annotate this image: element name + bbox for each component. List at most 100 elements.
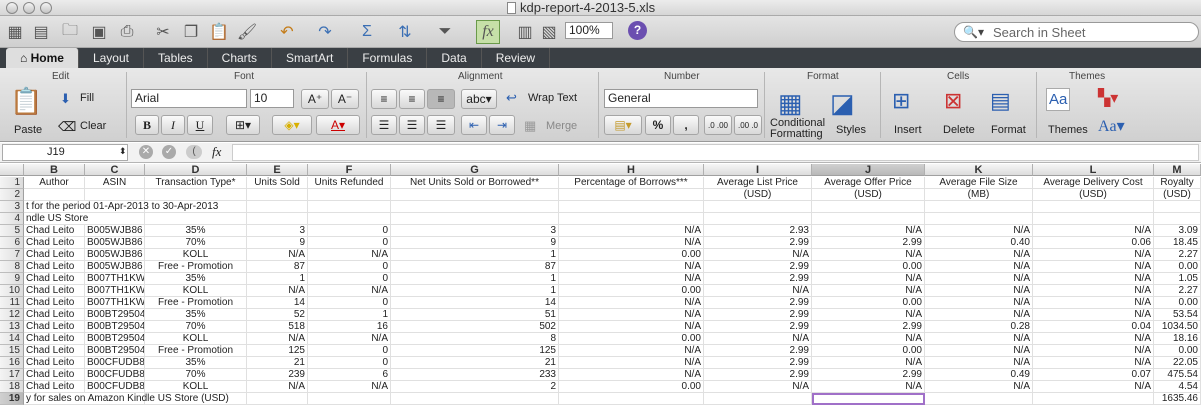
sheet-cell[interactable]: Free - Promotion (145, 345, 247, 357)
sheet-cell[interactable]: 2.99 (704, 357, 812, 369)
sheet-cell[interactable]: 0.00 (559, 249, 704, 261)
copy-icon[interactable]: ❐ (180, 20, 202, 44)
percent-button[interactable]: % (645, 115, 671, 135)
sheet-cell[interactable]: N/A (247, 249, 308, 261)
gallery-icon[interactable]: ▥ (514, 20, 536, 44)
sheet-cell[interactable]: 1 (391, 249, 559, 261)
sheet-cell[interactable]: 1 (308, 309, 391, 321)
sheet-cell[interactable]: 35% (145, 273, 247, 285)
author-cell[interactable]: Chad Leito (24, 273, 85, 285)
author-cell[interactable]: Chad Leito (24, 237, 85, 249)
sheet-cell[interactable]: N/A (559, 357, 704, 369)
orientation-button[interactable]: abc ▾ (461, 89, 497, 109)
sheet-cell[interactable]: Free - Promotion (145, 297, 247, 309)
sheet-cell[interactable]: 0.00 (1154, 345, 1201, 357)
sheet-cell[interactable]: 21 (247, 357, 308, 369)
sheet-cell[interactable]: N/A (559, 309, 704, 321)
sheet-cell[interactable]: N/A (559, 273, 704, 285)
sheet-cell[interactable]: ndle US Store (24, 213, 88, 225)
sheet-cell[interactable]: B005WJB86 (85, 237, 145, 249)
sheet-cell[interactable]: N/A (812, 381, 925, 393)
sheet-cell[interactable]: 22.05 (1154, 357, 1201, 369)
sheet-cell[interactable] (391, 201, 559, 213)
sheet-cell[interactable]: N/A (1033, 345, 1154, 357)
sheet-cell[interactable]: Percentage of Borrows*** (559, 177, 704, 189)
sheet-cell[interactable]: y for sales on Amazon Kindle US Store (U… (24, 393, 229, 405)
font-size-select[interactable]: 10 (250, 89, 294, 108)
column-header-h[interactable]: H (559, 164, 704, 176)
sheet-cell[interactable]: N/A (559, 369, 704, 381)
sheet-cell[interactable]: N/A (704, 381, 812, 393)
sheet-cell[interactable]: 2.99 (704, 261, 812, 273)
sheet-cell[interactable]: (USD) (1154, 189, 1201, 201)
sheet-cell[interactable] (391, 393, 559, 405)
sheet-cell[interactable]: B00CFUDB8 (85, 357, 145, 369)
insert-button[interactable]: Insert (894, 124, 922, 136)
column-header-k[interactable]: K (925, 164, 1033, 176)
sheet-cell[interactable]: B007TH1KW (85, 273, 145, 285)
sheet-cell[interactable]: 502 (391, 321, 559, 333)
sheet-cell[interactable]: B00BT29504 (85, 321, 145, 333)
formula-input[interactable] (232, 144, 1199, 161)
open-folder-icon[interactable]: 🗀 (58, 20, 82, 44)
decrease-font-button[interactable]: A⁻ (331, 89, 359, 109)
name-box-stepper-icon[interactable]: ⬍ (119, 146, 127, 157)
sheet-cell[interactable]: 9 (247, 237, 308, 249)
sheet-cell[interactable]: N/A (925, 285, 1033, 297)
sheet-cell[interactable]: 239 (247, 369, 308, 381)
sheet-cell[interactable] (247, 393, 308, 405)
row-header-7[interactable]: 7 (0, 249, 24, 261)
row-header-16[interactable]: 16 (0, 357, 24, 369)
sheet-cell[interactable] (145, 189, 247, 201)
sheet-cell[interactable]: 4.54 (1154, 381, 1201, 393)
save-icon[interactable]: ▣ (88, 20, 110, 44)
sheet-cell[interactable]: Transaction Type* (145, 177, 247, 189)
sheet-cell[interactable]: (USD) (1033, 189, 1154, 201)
sort-icon[interactable]: ⇅ (392, 20, 418, 44)
sheet-cell[interactable]: t for the period 01-Apr-2013 to 30-Apr-2… (24, 201, 218, 213)
print-icon[interactable]: ⎙ (116, 20, 138, 44)
autosum-icon[interactable]: Σ (356, 20, 378, 44)
sheet-cell[interactable]: 51 (391, 309, 559, 321)
sheet-cell[interactable]: 0 (308, 237, 391, 249)
sheet-cell[interactable]: N/A (925, 309, 1033, 321)
sheet-cell[interactable] (308, 189, 391, 201)
row-header-9[interactable]: 9 (0, 273, 24, 285)
sheet-cell[interactable]: N/A (925, 273, 1033, 285)
row-header-19[interactable]: 19 (0, 393, 24, 405)
increase-font-button[interactable]: A⁺ (301, 89, 329, 109)
sheet-cell[interactable]: N/A (247, 285, 308, 297)
fill-button[interactable]: Fill (80, 92, 94, 104)
sheet-cell[interactable] (1154, 213, 1201, 225)
column-header-d[interactable]: D (145, 164, 247, 176)
sheet-cell[interactable]: 125 (247, 345, 308, 357)
tab-smartart[interactable]: SmartArt (272, 48, 349, 68)
sheet-cell[interactable]: 2.99 (812, 237, 925, 249)
sheet-cell[interactable]: 35% (145, 309, 247, 321)
sheet-cell[interactable]: 0.40 (925, 237, 1033, 249)
sheet-cell[interactable]: N/A (1033, 261, 1154, 273)
insert-function-button[interactable]: fx (212, 144, 221, 160)
align-top-button[interactable]: ≡ (371, 89, 397, 109)
sheet-cell[interactable]: 1034.50 (1154, 321, 1201, 333)
sheet-cell[interactable]: N/A (925, 381, 1033, 393)
minimize-window-button[interactable] (23, 2, 35, 14)
sheet-cell[interactable]: 8 (391, 333, 559, 345)
sheet-cell[interactable] (85, 189, 145, 201)
tab-layout[interactable]: Layout (79, 48, 144, 68)
merge-button[interactable]: Merge (546, 120, 577, 132)
sheet-cell[interactable]: N/A (559, 321, 704, 333)
sheet-cell[interactable]: N/A (925, 261, 1033, 273)
sheet-cell[interactable]: 2.99 (812, 321, 925, 333)
sheet-cell[interactable]: 0.28 (925, 321, 1033, 333)
tab-home[interactable]: ⌂ Home (6, 48, 79, 68)
zoom-window-button[interactable] (40, 2, 52, 14)
select-all-corner[interactable] (0, 164, 24, 176)
sheet-cell[interactable]: 14 (247, 297, 308, 309)
sheet-cell[interactable]: N/A (1033, 273, 1154, 285)
sheet-cell[interactable]: N/A (308, 381, 391, 393)
comma-button[interactable]: , (673, 115, 699, 135)
row-header-2[interactable]: 2 (0, 189, 24, 201)
sheet-cell[interactable]: N/A (1033, 285, 1154, 297)
sheet-cell[interactable]: N/A (925, 249, 1033, 261)
